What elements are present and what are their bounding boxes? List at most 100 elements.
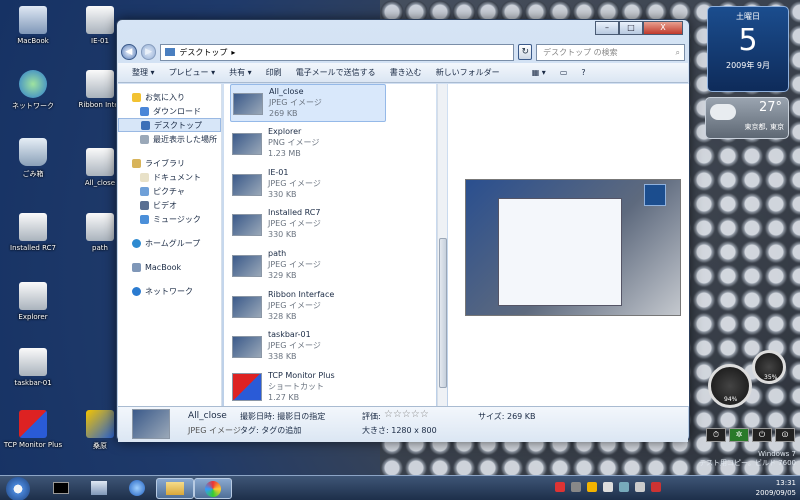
memory-percent: 35% bbox=[764, 374, 778, 381]
taskbar-ie[interactable] bbox=[118, 478, 156, 499]
nav-favorites[interactable]: お気に入り bbox=[118, 90, 221, 104]
network-globe-icon bbox=[19, 70, 47, 98]
image-thumbnail bbox=[232, 133, 262, 155]
nav-libraries[interactable]: ライブラリ bbox=[118, 156, 221, 170]
logoff-icon[interactable]: ⏻ bbox=[752, 428, 772, 442]
desktop-folder-icon bbox=[141, 120, 150, 130]
rating-stars[interactable]: ☆☆☆☆☆ bbox=[384, 409, 429, 420]
desktop-icon-macbook[interactable]: MacBook bbox=[3, 6, 63, 45]
details-dimensions: 大きさ: 1280 x 800 bbox=[362, 426, 437, 435]
email-button[interactable]: 電子メールで送信する bbox=[296, 67, 376, 78]
window-controls: – □ X bbox=[595, 21, 683, 35]
image-file-icon bbox=[86, 6, 114, 34]
calendar-gadget[interactable]: 土曜日 5 2009年 9月 bbox=[707, 6, 789, 92]
weather-gadget[interactable]: 27° 東京都, 東京 bbox=[705, 97, 789, 139]
documents-icon bbox=[140, 172, 149, 182]
timer-icon[interactable]: ⏱ bbox=[706, 428, 726, 442]
details-tags[interactable]: タグ: タグの追加 bbox=[240, 425, 301, 436]
help-icon[interactable]: ? bbox=[581, 68, 585, 77]
preview-calendar-thumb bbox=[644, 184, 666, 206]
nav-downloads[interactable]: ダウンロード bbox=[118, 104, 221, 118]
search-input[interactable]: デスクトップ の検索 ⌕ bbox=[536, 43, 685, 61]
preview-pane-icon[interactable]: ▭ bbox=[560, 68, 568, 77]
details-date[interactable]: 撮影日時: 撮影日の指定 bbox=[240, 411, 325, 422]
recycle-bin-icon bbox=[19, 138, 47, 166]
organize-menu[interactable]: 整理 ▾ bbox=[132, 67, 155, 78]
image-thumbnail bbox=[232, 174, 262, 196]
volume-icon[interactable] bbox=[635, 482, 645, 492]
image-file-icon bbox=[19, 282, 47, 310]
desktop-icon-explorer[interactable]: Explorer bbox=[3, 282, 63, 321]
desktop-icon-tcp-monitor[interactable]: TCP Monitor Plus bbox=[3, 410, 63, 449]
shutdown-icon[interactable]: ⏼ bbox=[775, 428, 795, 442]
file-item-all-close[interactable]: All_close JPEG イメージ 269 KB bbox=[230, 84, 386, 122]
explorer-window: – □ X ◀ ▶ デスクトップ ▸ ↻ デスクトップ の検索 ⌕ 整理 ▾ プ… bbox=[116, 19, 690, 442]
burn-button[interactable]: 書き込む bbox=[390, 67, 422, 78]
music-icon bbox=[140, 214, 149, 224]
tray-app-icon[interactable] bbox=[555, 482, 565, 492]
refresh-button[interactable]: ↻ bbox=[518, 44, 533, 60]
details-rating-label: 評価: bbox=[362, 412, 381, 421]
nav-network[interactable]: ネットワーク bbox=[118, 284, 221, 298]
computer-icon bbox=[19, 6, 47, 34]
view-options-icon[interactable]: ▦ ▾ bbox=[532, 68, 546, 77]
address-bar[interactable]: デスクトップ ▸ bbox=[160, 43, 515, 61]
details-name: All_close bbox=[188, 411, 227, 421]
restart-icon[interactable]: ✲ bbox=[729, 428, 749, 442]
share-menu[interactable]: 共有 ▾ bbox=[229, 67, 252, 78]
preview-menu[interactable]: プレビュー ▾ bbox=[169, 67, 216, 78]
nav-documents[interactable]: ドキュメント bbox=[118, 170, 221, 184]
taskbar-cmd[interactable] bbox=[42, 478, 80, 499]
print-button[interactable]: 印刷 bbox=[266, 67, 282, 78]
desktop-icon-installed-rc7[interactable]: Installed RC7 bbox=[3, 213, 63, 252]
desktop-icon-recycle-bin[interactable]: ごみ箱 bbox=[3, 138, 63, 179]
nav-homegroup[interactable]: ホームグループ bbox=[118, 236, 221, 250]
start-button[interactable] bbox=[6, 477, 30, 500]
maximize-button[interactable]: □ bbox=[619, 21, 643, 35]
preview-window-thumb bbox=[498, 198, 622, 306]
taskbar-computer[interactable] bbox=[80, 478, 118, 499]
desktop-icon-taskbar01[interactable]: taskbar-01 bbox=[3, 348, 63, 387]
taskbar-paint[interactable] bbox=[194, 478, 232, 499]
file-item-tcp-monitor[interactable]: TCP Monitor Plus ショートカット 1.27 KB bbox=[230, 369, 386, 407]
cpu-meter-gadget[interactable]: 94% 35% bbox=[708, 350, 798, 408]
recent-places-icon bbox=[140, 134, 149, 144]
image-file-icon bbox=[19, 348, 47, 376]
scrollbar-thumb[interactable] bbox=[439, 238, 447, 388]
nav-music[interactable]: ミュージック bbox=[118, 212, 221, 226]
details-type: JPEG イメージ bbox=[188, 426, 241, 435]
action-center-icon[interactable] bbox=[651, 482, 661, 492]
taskbar-clock[interactable]: 13:31 2009/09/05 bbox=[756, 478, 796, 498]
file-item-explorer[interactable]: Explorer PNG イメージ 1.23 MB bbox=[230, 125, 386, 163]
breadcrumb-arrow-icon[interactable]: ▸ bbox=[231, 48, 235, 57]
videos-icon bbox=[140, 200, 149, 210]
taskbar: 13:31 2009/09/05 bbox=[0, 475, 800, 500]
forward-button[interactable]: ▶ bbox=[140, 44, 157, 60]
file-item-taskbar01[interactable]: taskbar-01 JPEG イメージ 338 KB bbox=[230, 328, 386, 366]
file-list-scrollbar[interactable] bbox=[437, 84, 447, 406]
tray-app-icon[interactable] bbox=[603, 482, 613, 492]
image-thumbnail bbox=[232, 336, 262, 358]
back-button[interactable]: ◀ bbox=[121, 44, 137, 60]
paint-icon bbox=[205, 481, 221, 497]
minimize-button[interactable]: – bbox=[595, 21, 619, 35]
close-button[interactable]: X bbox=[643, 21, 683, 35]
file-item-installed-rc7[interactable]: Installed RC7 JPEG イメージ 330 KB bbox=[230, 206, 386, 244]
tray-app-icon[interactable] bbox=[587, 482, 597, 492]
nav-pictures[interactable]: ピクチャ bbox=[118, 184, 221, 198]
tray-app-icon[interactable] bbox=[571, 482, 581, 492]
address-folder[interactable]: デスクトップ bbox=[179, 47, 227, 58]
file-item-path[interactable]: path JPEG イメージ 329 KB bbox=[230, 247, 386, 285]
nav-macbook[interactable]: MacBook bbox=[118, 260, 221, 274]
nav-recent[interactable]: 最近表示した場所 bbox=[118, 132, 221, 146]
nav-desktop[interactable]: デスクトップ bbox=[118, 118, 221, 132]
new-folder-button[interactable]: 新しいフォルダー bbox=[436, 67, 500, 78]
desktop-icon-network[interactable]: ネットワーク bbox=[3, 70, 63, 111]
file-item-ie01[interactable]: IE-01 JPEG イメージ 330 KB bbox=[230, 166, 386, 204]
nav-videos[interactable]: ビデオ bbox=[118, 198, 221, 212]
file-item-ribbon-interface[interactable]: Ribbon Interface JPEG イメージ 328 KB bbox=[230, 288, 386, 326]
image-thumbnail bbox=[232, 255, 262, 277]
computer-icon bbox=[132, 262, 141, 272]
network-status-icon[interactable] bbox=[619, 482, 629, 492]
taskbar-explorer[interactable] bbox=[156, 478, 194, 499]
